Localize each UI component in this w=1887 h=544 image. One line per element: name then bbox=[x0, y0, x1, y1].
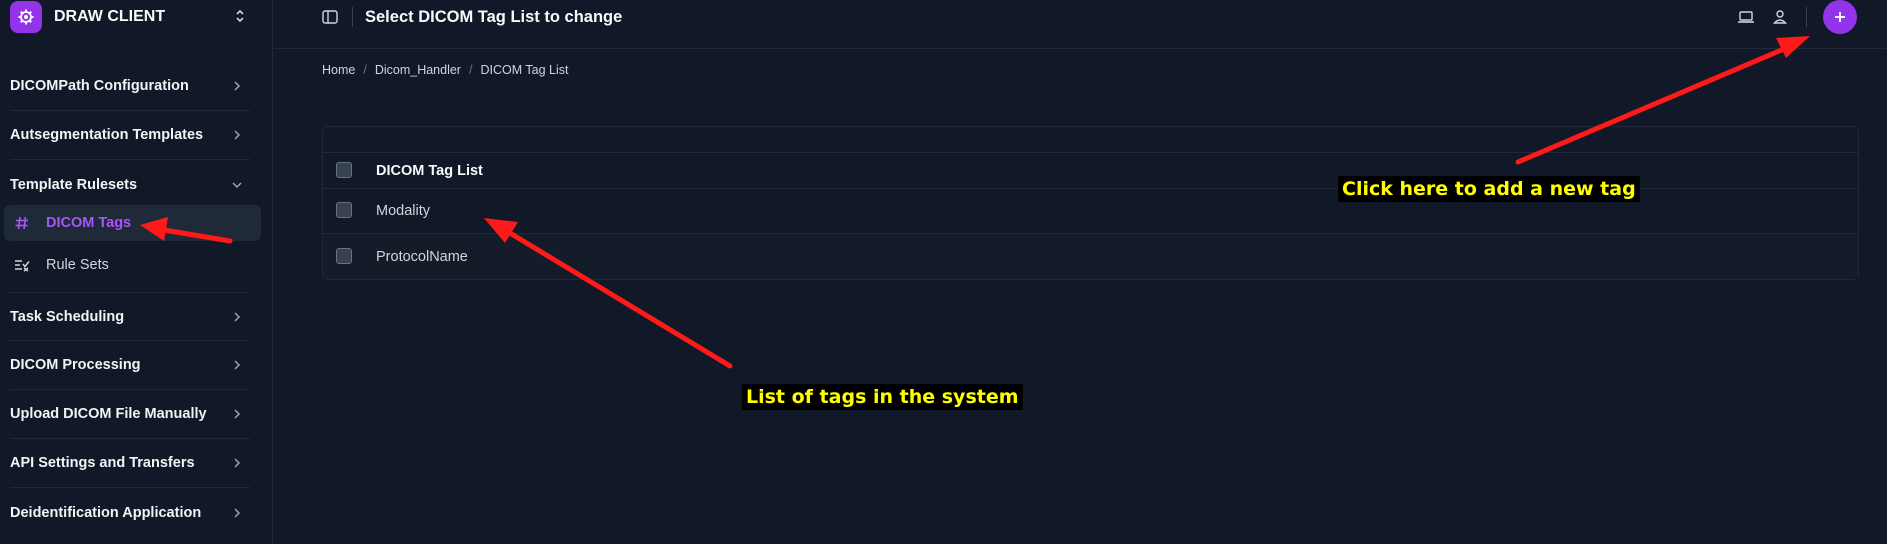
sidebar-item-label: DICOM Tags bbox=[46, 215, 132, 231]
sidebar-group-label: DICOMPath Configuration bbox=[10, 78, 189, 94]
tag-link[interactable]: ProtocolName bbox=[376, 249, 468, 265]
plus-icon bbox=[1835, 12, 1845, 22]
logo bbox=[10, 1, 42, 33]
sidebar-group-label: API Settings and Transfers bbox=[10, 455, 195, 471]
header-divider bbox=[1806, 7, 1807, 27]
sidebar-group-label: Autsegmentation Templates bbox=[10, 127, 204, 143]
sidebar-group-label: Upload DICOM File Manually bbox=[10, 406, 207, 422]
user-icon[interactable] bbox=[1771, 9, 1789, 25]
header-divider bbox=[352, 7, 353, 27]
breadcrumb-home[interactable]: Home bbox=[322, 63, 355, 77]
sidebar-group-deidentification-application[interactable]: Deidentification Application bbox=[10, 488, 250, 537]
app-name: DRAW CLIENT bbox=[54, 8, 166, 25]
sidebar-item-rule-sets[interactable]: Rule Sets bbox=[4, 247, 261, 283]
table-row: ProtocolName bbox=[323, 233, 1858, 279]
breadcrumb: Home / Dicom_Handler / DICOM Tag List bbox=[322, 63, 568, 77]
sidebar-group-autsegmentation-templates[interactable]: Autsegmentation Templates bbox=[10, 111, 250, 160]
chevrons-up-down-icon[interactable] bbox=[234, 8, 246, 24]
column-header: DICOM Tag List bbox=[376, 162, 483, 179]
chevron-right-icon bbox=[234, 81, 241, 91]
chevron-right-icon bbox=[234, 311, 241, 322]
chevron-down-icon bbox=[232, 181, 242, 188]
add-tag-button[interactable] bbox=[1823, 0, 1857, 34]
laptop-icon[interactable] bbox=[1737, 9, 1755, 25]
breadcrumb-separator: / bbox=[468, 63, 473, 77]
tag-list-table: DICOM Tag List Modality ProtocolName bbox=[322, 126, 1859, 280]
chevron-right-icon bbox=[234, 130, 241, 140]
list-check-icon bbox=[12, 258, 32, 272]
chevron-right-icon bbox=[234, 507, 241, 518]
sidebar-group-dicompath-configuration[interactable]: DICOMPath Configuration bbox=[10, 62, 250, 111]
breadcrumb-dicom-handler[interactable]: Dicom_Handler bbox=[375, 63, 461, 77]
annotation-add-tag-note: Click here to add a new tag bbox=[1338, 176, 1640, 202]
sidebar-group-api-settings-and-transfers[interactable]: API Settings and Transfers bbox=[10, 439, 250, 488]
breadcrumb-separator: / bbox=[363, 63, 367, 77]
sidebar-group-upload-dicom-file-manually[interactable]: Upload DICOM File Manually bbox=[10, 390, 250, 439]
sidebar-group-label: Task Scheduling bbox=[10, 308, 125, 325]
sidebar-group-label: Template Rulesets bbox=[10, 176, 138, 193]
chevron-right-icon bbox=[234, 360, 241, 370]
sidebar-group-template-rulesets[interactable]: Template Rulesets bbox=[10, 160, 250, 209]
select-all-checkbox[interactable] bbox=[336, 162, 352, 178]
brand-switcher[interactable]: DRAW CLIENT bbox=[0, 0, 272, 34]
row-checkbox[interactable] bbox=[336, 202, 352, 218]
annotation-tag-list-note: List of tags in the system bbox=[742, 384, 1023, 410]
sidebar-group-label: DICOM Processing bbox=[10, 357, 141, 373]
row-checkbox[interactable] bbox=[336, 248, 352, 264]
sidebar-item-label: Rule Sets bbox=[46, 257, 109, 273]
sidebar-group-dicom-processing[interactable]: DICOM Processing bbox=[10, 341, 250, 390]
sidebar-group-label: Deidentification Application bbox=[10, 504, 202, 521]
tag-link[interactable]: Modality bbox=[376, 203, 430, 219]
hash-icon bbox=[12, 216, 32, 230]
sidebar-toggle-icon[interactable] bbox=[322, 9, 338, 25]
top-header: Select DICOM Tag List to change bbox=[274, 0, 1887, 49]
sidebar-group-task-scheduling[interactable]: Task Scheduling bbox=[10, 292, 250, 341]
breadcrumb-current: DICOM Tag List bbox=[480, 63, 569, 77]
page-title: Select DICOM Tag List to change bbox=[365, 8, 623, 26]
chevron-right-icon bbox=[234, 409, 241, 419]
chevron-right-icon bbox=[234, 458, 241, 468]
sidebar-item-dicom-tags[interactable]: DICOM Tags bbox=[4, 205, 261, 241]
sidebar: DRAW CLIENT DICOMPath Configuration Auts… bbox=[0, 0, 273, 544]
gear-icon bbox=[18, 9, 34, 25]
